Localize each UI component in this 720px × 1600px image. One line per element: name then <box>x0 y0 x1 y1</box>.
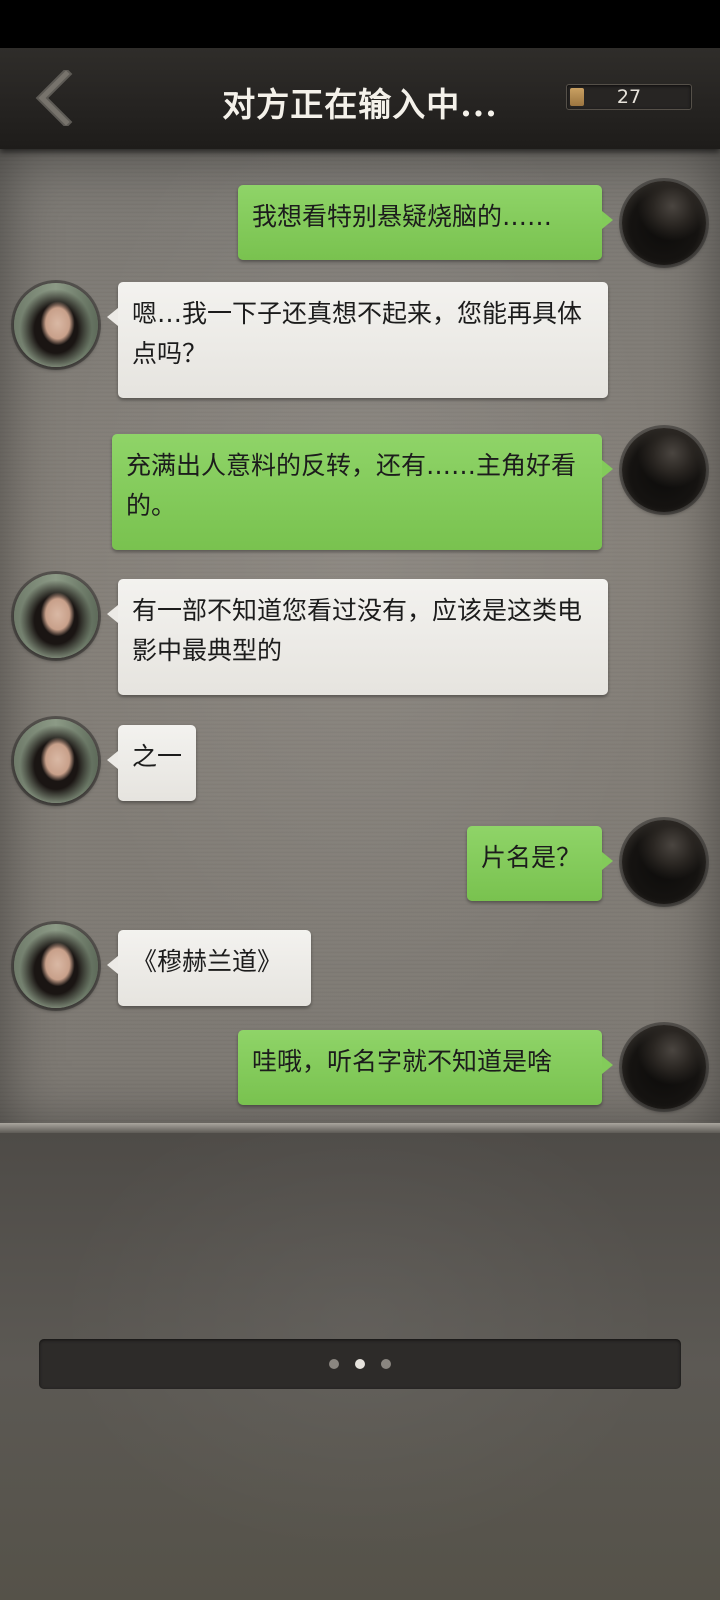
avatar-self[interactable] <box>622 820 706 904</box>
avatar-contact[interactable] <box>14 719 98 803</box>
typing-indicator <box>39 1339 681 1389</box>
coin-count: 27 <box>616 86 642 108</box>
chat-list[interactable]: 我想看特别悬疑烧脑的…… 嗯…我一下子还真想不起来，您能再具体点吗？ 充满出人意… <box>0 149 720 1133</box>
coin-counter: 27 <box>566 84 692 110</box>
message-bubble: 片名是？ <box>467 826 613 901</box>
avatar-self[interactable] <box>622 428 706 512</box>
top-bar: 对方正在输入中... 27 <box>0 48 720 149</box>
avatar-self[interactable] <box>622 181 706 265</box>
message-bubble: 我想看特别悬疑烧脑的…… <box>238 185 613 260</box>
message-bubble: 《穆赫兰道》 <box>107 930 311 1006</box>
status-bar <box>0 0 720 48</box>
typing-dot <box>329 1359 339 1369</box>
message-bubble: 嗯…我一下子还真想不起来，您能再具体点吗？ <box>107 282 608 398</box>
message-bubble: 之一 <box>107 725 196 801</box>
avatar-contact[interactable] <box>14 574 98 658</box>
message-bubble: 充满出人意料的反转，还有……主角好看的。 <box>112 434 613 550</box>
avatar-contact[interactable] <box>14 283 98 367</box>
avatar-contact[interactable] <box>14 924 98 1008</box>
avatar-self[interactable] <box>622 1025 706 1109</box>
message-bubble: 哇哦，听名字就不知道是啥 <box>238 1030 613 1105</box>
message-bubble: 有一部不知道您看过没有，应该是这类电影中最典型的 <box>107 579 608 695</box>
typing-dot <box>355 1359 365 1369</box>
typing-dot <box>381 1359 391 1369</box>
